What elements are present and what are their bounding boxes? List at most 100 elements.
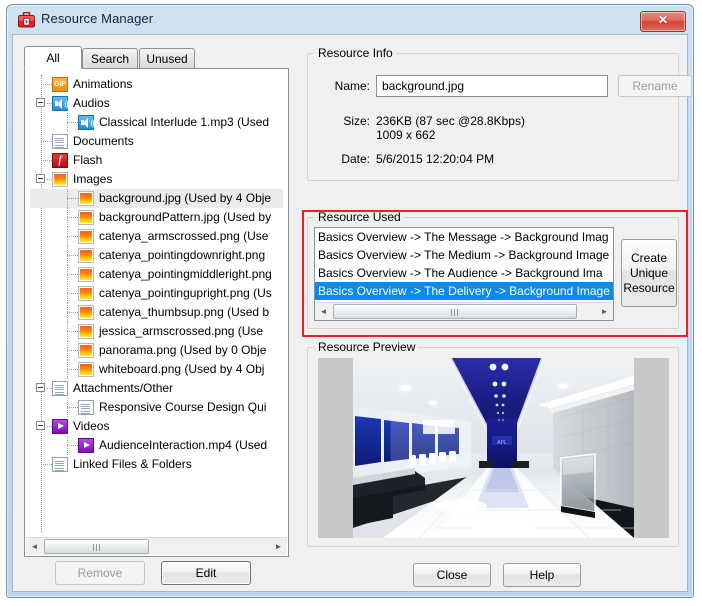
tree-item-label: panorama.png (Used by 0 Obje [99,343,267,357]
flash-icon: f [52,153,68,168]
dimensions-value: 1009 x 662 [376,128,436,142]
tree-expander-collapse[interactable] [36,383,45,392]
tree-expander-collapse[interactable] [36,174,45,183]
tree-item-label: jessica_armscrossed.png (Use [99,324,264,338]
chevron-left-icon: ◄ [30,542,39,551]
date-label: Date: [341,152,370,166]
window-title: Resource Manager [41,11,154,26]
image-icon [78,362,94,377]
tree-guide-line [67,284,68,303]
tab-search[interactable]: Search [82,48,138,68]
tree-connector [67,407,78,408]
tree-item[interactable]: catenya_pointingupright.png (Us [30,284,283,303]
tab-strip: All Search Unused [24,46,289,69]
resource-used-row[interactable]: Basics Overview -> The Audience -> Backg… [315,264,613,282]
remove-button[interactable]: Remove [55,561,145,585]
tree-item[interactable]: catenya_armscrossed.png (Use [30,227,283,246]
tree-item[interactable]: GIF Animations [30,75,283,94]
tree-item-label: Animations [73,77,133,91]
resource-used-list[interactable]: Basics Overview -> The Message -> Backgr… [314,227,614,321]
preview-image: APL [353,358,634,538]
image-icon [78,248,94,263]
tree-item[interactable]: f Flash [30,151,283,170]
tree-connector [67,274,78,275]
video-icon [78,438,94,453]
tree-actions: Remove Edit [24,561,289,585]
tree-item-label: Videos [73,419,110,433]
tree-item-label: whiteboard.png (Used by 4 Obj [99,362,265,376]
tree-connector [67,312,78,313]
tree-horizontal-scrollbar[interactable]: ◄ ► [26,537,287,555]
tree-item[interactable]: Attachments/Other [30,379,283,398]
tree-connector [41,141,52,142]
tree-item[interactable]: catenya_thumbsup.png (Used b [30,303,283,322]
resource-used-row[interactable]: Basics Overview -> The Medium -> Backgro… [315,246,613,264]
tree-item[interactable]: Linked Files & Folders [30,455,283,474]
image-icon [78,229,94,244]
resource-name-input[interactable] [376,75,608,97]
image-icon [78,210,94,225]
tree-item-label: Classical Interlude 1.mp3 (Used [99,115,270,129]
scroll-left-button[interactable]: ◄ [26,538,43,555]
tree-item-label: catenya_armscrossed.png (Use [99,229,269,243]
tab-all[interactable]: All [24,46,82,69]
tree-connector [67,122,78,123]
close-window-button[interactable]: ✕ [640,11,686,32]
tree-guide-line [67,398,68,417]
tree-item[interactable]: Videos [30,417,283,436]
used-scroll-left-button[interactable]: ◄ [315,303,332,320]
resource-used-row[interactable]: Basics Overview -> The Message -> Backgr… [315,228,613,246]
tree-connector [41,464,52,465]
edit-button[interactable]: Edit [161,561,251,585]
dialog-client-area: All Search Unused GIF Animations Audios Cla… [12,34,692,592]
tree-item-label: AudienceInteraction.mp4 (Used [99,438,268,452]
tree-item-label: Responsive Course Design Qui [99,400,267,414]
tree-expander-collapse[interactable] [36,98,45,107]
close-button[interactable]: Close [413,563,491,587]
tree-item[interactable]: Images [30,170,283,189]
tree-item[interactable]: catenya_pointingmiddleright.png [30,265,283,284]
used-scrollbar-thumb[interactable] [333,304,577,319]
used-horizontal-scrollbar[interactable]: ◄ ► [315,302,613,320]
tab-unused[interactable]: Unused [139,48,195,68]
audio-icon [78,115,94,130]
tree-item[interactable]: jessica_armscrossed.png (Use [30,322,283,341]
tree-item-label: catenya_pointingmiddleright.png [99,267,272,281]
tree-item[interactable]: backgroundPattern.jpg (Used by [30,208,283,227]
resource-manager-window: Resource Manager ✕ All Search Unused GIF… [6,4,694,598]
tree-item-label: background.jpg (Used by 4 Obje [99,191,272,205]
tree-expander-collapse[interactable] [36,421,45,430]
tree-item-label: Attachments/Other [73,381,174,395]
tree-item[interactable]: Audios [30,94,283,113]
tree-item[interactable]: background.jpg (Used by 4 Obje [30,189,283,208]
tree-item[interactable]: Documents [30,132,283,151]
resource-tree[interactable]: GIF Animations Audios Classical Interlude 1… [30,75,283,533]
create-unique-resource-button[interactable]: Create Unique Resource [621,239,677,307]
tree-item[interactable]: AudienceInteraction.mp4 (Used [30,436,283,455]
tree-item[interactable]: whiteboard.png (Used by 4 Obj [30,360,283,379]
help-button[interactable]: Help [503,563,581,587]
tree-guide-line [67,322,68,341]
tree-guide-line [67,436,68,455]
image-icon [52,172,68,187]
resource-used-label: Resource Used [315,210,404,224]
gif-icon: GIF [52,77,68,92]
resource-info-group: Resource Info Name: Rename Size: 236KB (… [307,46,692,181]
tree-item[interactable]: Responsive Course Design Qui [30,398,283,417]
create-unique-line-1: Create [630,251,668,265]
tree-item[interactable]: catenya_pointingdownright.png [30,246,283,265]
resource-used-row[interactable]: Basics Overview -> The Delivery -> Backg… [315,282,613,300]
tree-item[interactable]: Classical Interlude 1.mp3 (Used [30,113,283,132]
scrollbar-thumb[interactable] [44,539,149,554]
tree-item-label: catenya_thumbsup.png (Used b [99,305,270,319]
grip-icon [451,309,459,316]
tree-item[interactable]: panorama.png (Used by 0 Obje [30,341,283,360]
resource-used-rows: Basics Overview -> The Message -> Backgr… [315,228,613,300]
scroll-right-button[interactable]: ► [270,538,287,555]
image-icon [78,191,94,206]
tree-guide-line [67,208,68,227]
rename-button[interactable]: Rename [618,75,692,97]
used-scroll-right-button[interactable]: ► [596,303,613,320]
tree-container: GIF Animations Audios Classical Interlude 1… [24,68,289,557]
resource-preview-label: Resource Preview [315,340,419,354]
